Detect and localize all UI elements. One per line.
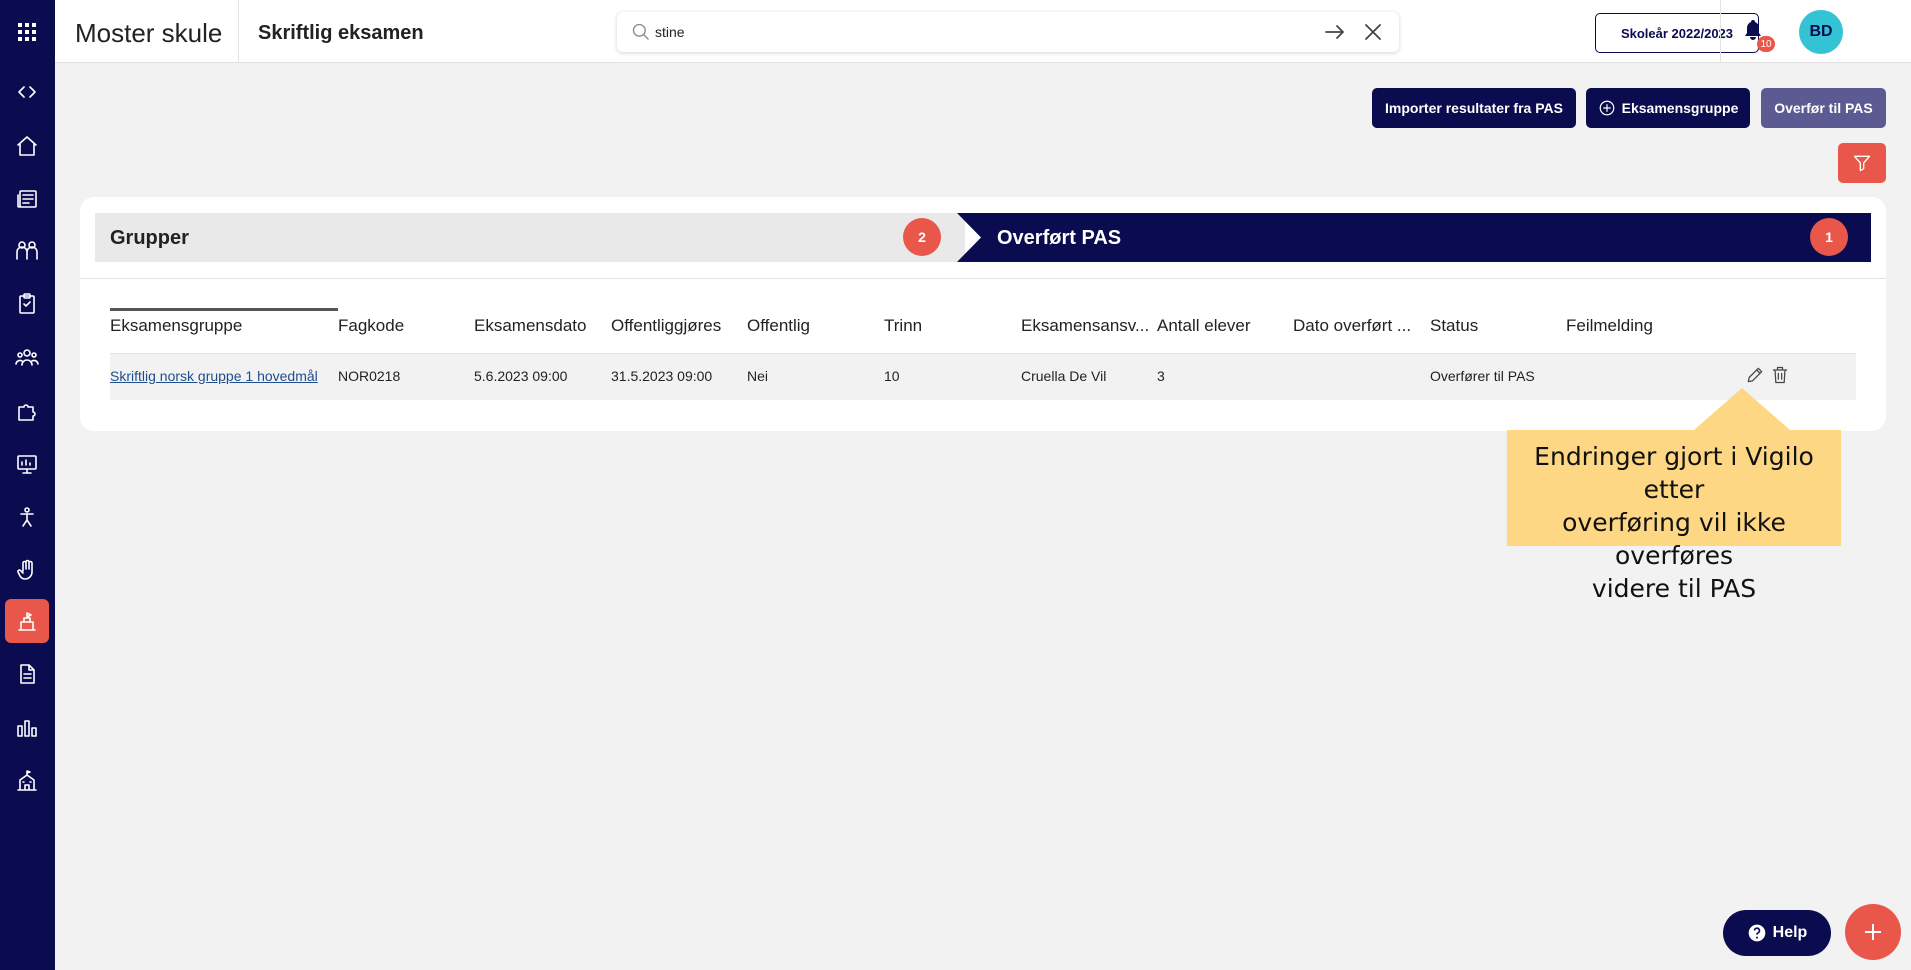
bar-chart-icon[interactable] — [5, 706, 49, 750]
import-results-button[interactable]: Importer resultater fra PAS — [1372, 88, 1576, 128]
clipboard-icon[interactable] — [5, 282, 49, 326]
column-header[interactable]: Offentlig — [747, 313, 877, 343]
exam-group-cell: Skriftlig norsk gruppe 1 hovedmål — [110, 353, 318, 400]
exam-icon[interactable] — [5, 599, 49, 643]
question-icon — [1747, 923, 1767, 943]
stage-transferred-label: Overført PAS — [997, 227, 1122, 249]
monitor-chart-icon[interactable] — [5, 442, 49, 486]
notification-badge: 10 — [1757, 36, 1775, 52]
column-header[interactable]: Status — [1430, 313, 1560, 343]
header-divider — [238, 0, 239, 63]
school-name: Moster skule — [75, 18, 223, 48]
callout-pointer — [1694, 388, 1790, 430]
help-label: Help — [1772, 924, 1808, 941]
page-title: Skriftlig eksamen — [258, 22, 424, 44]
column-header[interactable]: Eksamensansv... — [1021, 313, 1155, 343]
add-fab-button[interactable] — [1845, 904, 1901, 960]
filter-icon — [1852, 153, 1872, 173]
callout-line: videre til PAS — [1591, 574, 1757, 603]
home-icon[interactable] — [5, 124, 49, 168]
stage-transferred[interactable]: Overført PAS 1 — [957, 213, 1871, 262]
school-icon[interactable] — [5, 759, 49, 803]
hand-icon[interactable] — [5, 548, 49, 592]
stage-bar: Grupper 2 Overført PAS 1 — [95, 213, 1871, 262]
column-header[interactable]: Eksamensgruppe — [110, 313, 330, 343]
apps-grid-icon[interactable] — [5, 10, 49, 54]
status-cell: Overfører til PAS — [1430, 368, 1535, 384]
subject-code-cell: NOR0218 — [338, 368, 401, 384]
public-cell: Nei — [747, 368, 769, 384]
document-icon[interactable] — [5, 652, 49, 696]
help-button[interactable]: Help — [1723, 910, 1831, 956]
close-icon[interactable] — [1361, 20, 1385, 49]
sidebar — [0, 0, 55, 970]
accessibility-icon[interactable] — [5, 495, 49, 539]
avatar[interactable]: BD — [1799, 10, 1843, 54]
stage-transferred-count: 1 — [1810, 218, 1848, 256]
column-header[interactable]: Antall elever — [1157, 313, 1287, 343]
responsible-cell: Cruella De Vil — [1021, 368, 1107, 384]
column-header[interactable]: Fagkode — [338, 313, 468, 343]
header-divider-right — [1720, 0, 1721, 63]
student-count-cell: 3 — [1157, 368, 1165, 384]
news-icon[interactable] — [5, 177, 49, 221]
edit-icon[interactable] — [1745, 365, 1765, 390]
stage-groups[interactable]: Grupper 2 — [95, 213, 965, 262]
people-group-icon[interactable] — [5, 229, 49, 273]
filter-button[interactable] — [1838, 143, 1886, 183]
add-exam-group-label: Eksamensgruppe — [1621, 100, 1739, 116]
transfer-to-pas-button[interactable]: Overfør til PAS — [1761, 88, 1886, 128]
plus-icon — [1861, 920, 1885, 944]
column-header[interactable]: Eksamensdato — [474, 313, 604, 343]
sort-indicator — [110, 308, 338, 311]
search-icon — [631, 22, 651, 47]
search-input[interactable] — [655, 20, 1275, 44]
top-header: Moster skule Skriftlig eksamen Skoleår 2… — [55, 0, 1911, 63]
search-bar — [617, 12, 1399, 52]
plus-circle-icon — [1598, 99, 1616, 117]
column-header[interactable]: Trinn — [884, 313, 1014, 343]
import-results-label: Importer resultater fra PAS — [1385, 100, 1563, 116]
callout-line: overføring vil ikke overføres — [1562, 508, 1786, 570]
transfer-to-pas-label: Overfør til PAS — [1774, 100, 1873, 116]
code-toggle-icon[interactable] — [5, 70, 49, 114]
school-year-button[interactable]: Skoleår 2022/2023 — [1595, 13, 1759, 53]
puzzle-icon[interactable] — [5, 389, 49, 433]
exam-group-link[interactable]: Skriftlig norsk gruppe 1 hovedmål — [110, 368, 318, 384]
info-callout: Endringer gjort i Vigilo etter overførin… — [1507, 430, 1841, 603]
callout-line: Endringer gjort i Vigilo etter — [1534, 442, 1814, 504]
exam-date-cell: 5.6.2023 09:00 — [474, 368, 568, 384]
arrow-right-icon[interactable] — [1323, 20, 1347, 49]
stage-groups-label: Grupper — [110, 227, 189, 249]
publish-date-cell: 31.5.2023 09:00 — [611, 368, 713, 384]
column-header[interactable]: Feilmelding — [1566, 313, 1696, 343]
card-divider — [80, 278, 1886, 279]
column-header[interactable]: Dato overført ... — [1293, 313, 1427, 343]
community-icon[interactable] — [5, 336, 49, 380]
add-exam-group-button[interactable]: Eksamensgruppe — [1586, 88, 1750, 128]
grade-cell: 10 — [884, 368, 900, 384]
trash-icon[interactable] — [1770, 365, 1790, 390]
column-header[interactable]: Offentliggjøres — [611, 313, 741, 343]
stage-groups-count: 2 — [903, 218, 941, 256]
